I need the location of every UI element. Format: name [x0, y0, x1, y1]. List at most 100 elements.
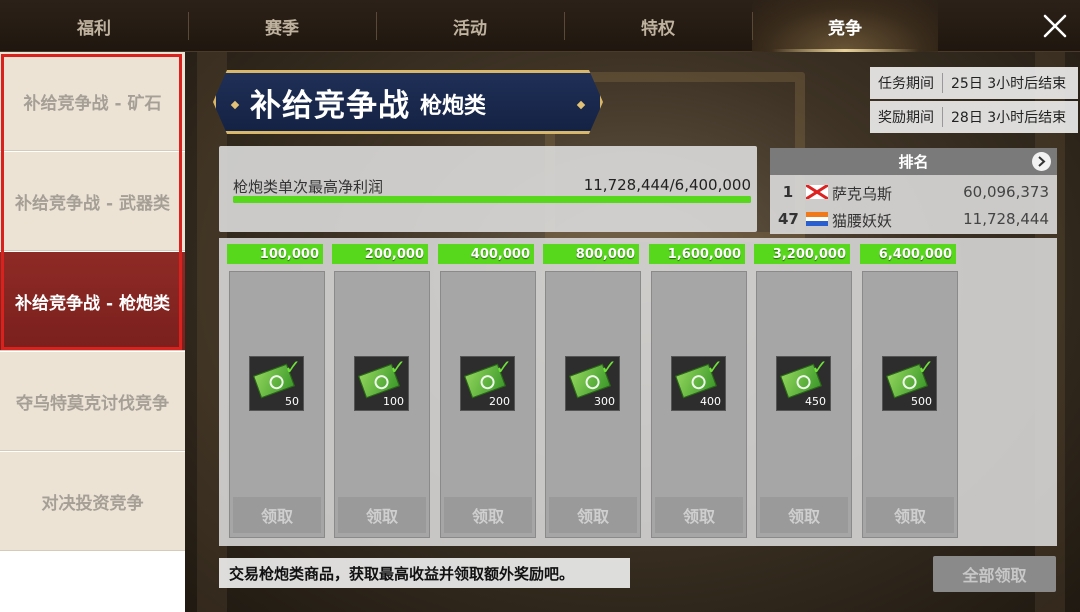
side-item-label: 补给竞争战 - 武器类 — [15, 193, 170, 214]
ranking-header[interactable]: 排名 — [770, 148, 1057, 175]
chevron-right-icon[interactable] — [1032, 152, 1051, 171]
reward-slot: ✓ 300 领取 — [545, 271, 641, 538]
reward-slot: ✓ 200 领取 — [440, 271, 536, 538]
side-item-supply-guns[interactable]: 补给竞争战 - 枪炮类 — [0, 252, 185, 351]
claim-all-button[interactable]: 全部领取 — [933, 556, 1056, 592]
ranking-panel: 排名 1 萨克乌斯 60,096,373 47 猫腰妖妖 11,728,444 — [770, 148, 1057, 234]
mission-period-label: 任务期间 — [870, 73, 943, 93]
checkmark-icon: ✓ — [495, 355, 512, 379]
side-item-supply-weapons[interactable]: 补给竞争战 - 武器类 — [0, 152, 185, 251]
cash-ticket-icon[interactable]: ✓ 450 — [776, 356, 831, 411]
side-item-supply-ore[interactable]: 补给竞争战 - 矿石 — [0, 52, 185, 151]
claim-button[interactable]: 领取 — [866, 497, 954, 533]
side-item-label: 补给竞争战 - 矿石 — [23, 93, 162, 114]
tab-label: 活动 — [453, 18, 487, 39]
reward-quantity: 500 — [911, 395, 932, 408]
cash-ticket-icon[interactable]: ✓ 200 — [460, 356, 515, 411]
close-button[interactable] — [1030, 0, 1080, 52]
tab-label: 赛季 — [265, 18, 299, 39]
rank-position: 1 — [782, 183, 794, 201]
rank-position: 47 — [778, 210, 799, 228]
event-banner: 补给竞争战 枪炮类 — [213, 70, 603, 134]
tab-privileges[interactable]: 特权 — [564, 0, 752, 52]
cash-ticket-icon[interactable]: ✓ 100 — [354, 356, 409, 411]
banner-ornament-icon — [577, 101, 585, 109]
reward-column: 800,000 ✓ 300 领取 — [535, 238, 641, 546]
reward-slot: ✓ 450 领取 — [756, 271, 852, 538]
mission-period: 任务期间 25日 3小时后结束 — [870, 67, 1078, 99]
reward-slot: ✓ 400 领取 — [651, 271, 747, 538]
cash-ticket-icon[interactable]: ✓ 50 — [249, 356, 304, 411]
cash-ticket-icon[interactable]: ✓ 500 — [882, 356, 937, 411]
claim-button[interactable]: 领取 — [233, 497, 321, 533]
claim-button[interactable]: 领取 — [655, 497, 743, 533]
reward-quantity: 100 — [383, 395, 404, 408]
side-item-duel-investment[interactable]: 对决投资竞争 — [0, 452, 185, 551]
side-menu: 补给竞争战 - 矿石 补给竞争战 - 武器类 补给竞争战 - 枪炮类 夺乌特莫克… — [0, 52, 185, 612]
mission-period-value: 25日 3小时后结束 — [951, 76, 1067, 92]
checkmark-icon: ✓ — [284, 355, 301, 379]
tab-label: 竞争 — [828, 18, 862, 39]
claim-button[interactable]: 领取 — [338, 497, 426, 533]
rank-player-name: 萨克乌斯 — [832, 185, 893, 203]
reward-threshold: 3,200,000 — [754, 244, 850, 264]
reward-panel: 100,000 ✓ 50 领取 200,000 ✓ 100 领取 400,000 ✓… — [219, 238, 1057, 546]
red-cross-flag-icon — [806, 185, 828, 199]
top-tab-bar: 福利 赛季 活动 特权 竞争 — [0, 0, 1080, 52]
claim-button[interactable]: 领取 — [444, 497, 532, 533]
reward-slot: ✓ 500 领取 — [862, 271, 958, 538]
tab-label: 福利 — [77, 18, 111, 39]
progress-fill — [233, 196, 751, 203]
reward-quantity: 450 — [805, 395, 826, 408]
rank-player-name: 猫腰妖妖 — [832, 212, 893, 230]
close-icon — [1043, 14, 1067, 38]
reward-threshold: 6,400,000 — [860, 244, 956, 264]
reward-quantity: 300 — [594, 395, 615, 408]
progress-value: 11,728,444/6,400,000 — [583, 176, 751, 194]
reward-quantity: 400 — [700, 395, 721, 408]
reward-slot: ✓ 100 领取 — [334, 271, 430, 538]
reward-threshold: 100,000 — [227, 244, 323, 264]
progress-panel: 枪炮类单次最高净利润 11,728,444/6,400,000 — [219, 146, 757, 232]
tab-season[interactable]: 赛季 — [188, 0, 376, 52]
rank-score: 60,096,373 — [963, 183, 1049, 201]
reward-slot: ✓ 50 领取 — [229, 271, 325, 538]
tab-label: 特权 — [641, 18, 675, 39]
checkmark-icon: ✓ — [600, 355, 617, 379]
cash-ticket-icon[interactable]: ✓ 300 — [565, 356, 620, 411]
reward-column: 1,600,000 ✓ 400 领取 — [641, 238, 747, 546]
tip-text: 交易枪炮类商品，获取最高收益并领取额外奖励吧。 — [219, 558, 630, 588]
reward-threshold: 1,600,000 — [649, 244, 745, 264]
reward-quantity: 50 — [285, 395, 299, 408]
ranking-row: 1 萨克乌斯 60,096,373 — [770, 179, 1057, 205]
reward-column: 6,400,000 ✓ 500 领取 — [852, 238, 958, 546]
reward-threshold: 400,000 — [438, 244, 534, 264]
claim-button[interactable]: 领取 — [760, 497, 848, 533]
reward-period-label: 奖励期间 — [870, 107, 943, 127]
reward-column: 3,200,000 ✓ 450 领取 — [746, 238, 852, 546]
rank-score: 11,728,444 — [963, 210, 1049, 228]
reward-threshold: 200,000 — [332, 244, 428, 264]
progress-label: 枪炮类单次最高净利润 — [233, 178, 384, 196]
reward-column: 100,000 ✓ 50 领取 — [219, 238, 325, 546]
cash-ticket-icon[interactable]: ✓ 400 — [671, 356, 726, 411]
banner-title: 补给竞争战 — [250, 87, 410, 124]
banner-ornament-icon — [231, 101, 239, 109]
reward-threshold: 800,000 — [543, 244, 639, 264]
banner-subtitle: 枪炮类 — [420, 94, 487, 119]
checkmark-icon: ✓ — [389, 355, 406, 379]
reward-period-value: 28日 3小时后结束 — [951, 110, 1067, 126]
reward-period: 奖励期间 28日 3小时后结束 — [870, 101, 1078, 133]
tab-competition[interactable]: 竞争 — [752, 0, 938, 52]
checkmark-icon: ✓ — [706, 355, 723, 379]
reward-column: 200,000 ✓ 100 领取 — [324, 238, 430, 546]
orange-white-blue-flag-icon — [806, 212, 828, 226]
claim-button[interactable]: 领取 — [549, 497, 637, 533]
side-item-label: 夺乌特莫克讨伐竞争 — [16, 393, 169, 414]
tab-events[interactable]: 活动 — [376, 0, 564, 52]
side-item-hunt-competition[interactable]: 夺乌特莫克讨伐竞争 — [0, 352, 185, 451]
tab-welfare[interactable]: 福利 — [0, 0, 188, 52]
ranking-title: 排名 — [898, 153, 929, 171]
side-item-label: 对决投资竞争 — [41, 493, 144, 514]
reward-column: 400,000 ✓ 200 领取 — [430, 238, 536, 546]
